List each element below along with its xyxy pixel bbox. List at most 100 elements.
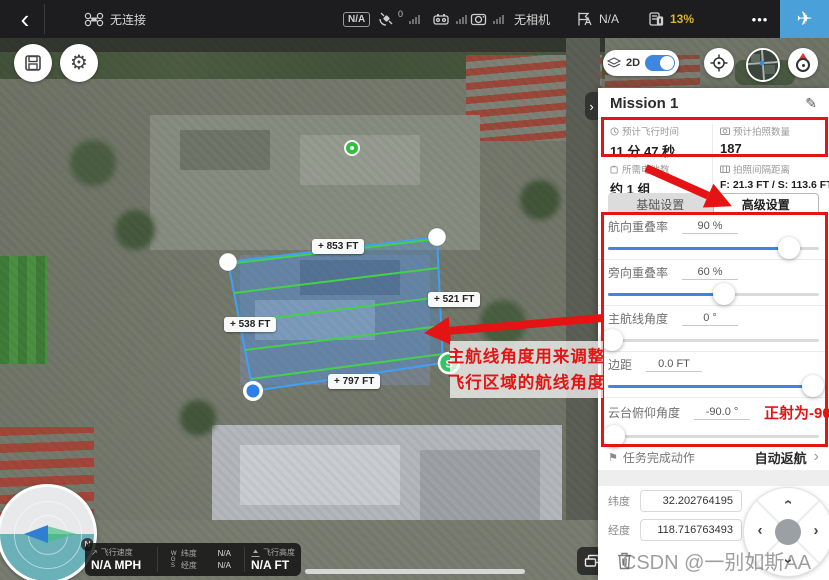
status-na-badge: N/A <box>343 0 370 38</box>
rc-status[interactable] <box>432 0 467 38</box>
highlight-box-stats <box>601 117 828 157</box>
tele-lat-label: 纬度 <box>181 548 203 560</box>
gps-count: 0 <box>398 9 403 19</box>
rc-signal-bars <box>456 15 467 24</box>
map-texture-patch <box>0 256 48 364</box>
tele-lat-value: N/A <box>203 548 231 560</box>
map-tree <box>115 210 155 250</box>
home-indicator[interactable] <box>305 569 525 574</box>
save-mission-button[interactable] <box>14 44 52 82</box>
panel-header: Mission 1 ✎ <box>598 88 829 119</box>
telemetry-altitude: 飞行高度 N/A FT <box>245 543 301 576</box>
gps-status[interactable]: 0 <box>378 0 420 38</box>
battery-pack-icon <box>610 165 619 174</box>
collapse-chevron-icon: › <box>589 99 593 114</box>
mission-settings-button[interactable]: ⚙ <box>60 44 98 82</box>
drone-icon <box>84 12 104 27</box>
aircraft-status: 无连接 <box>84 0 146 38</box>
battery-icon <box>648 11 664 27</box>
remote-controller-icon <box>432 12 450 26</box>
flight-mode-status[interactable]: N/A <box>576 0 619 38</box>
flight-mode-icon <box>576 11 593 27</box>
map-tree <box>180 400 216 436</box>
takeoff-button[interactable]: ✈ <box>780 0 829 38</box>
attitude-compass: N <box>0 484 97 580</box>
altitude-value: N/A FT <box>251 558 295 572</box>
finish-action-row[interactable]: ⚑ 任务完成动作 自动返航 › <box>598 444 829 470</box>
na-badge-text: N/A <box>343 12 370 27</box>
flag-icon: ⚑ <box>608 451 618 464</box>
edge-length-left: + 538 FT <box>224 317 276 332</box>
map-texture-patch <box>300 260 400 295</box>
altitude-icon <box>251 549 260 557</box>
camera-status[interactable]: 无相机 <box>470 0 550 38</box>
compass-button[interactable] <box>788 48 818 78</box>
back-icon: ‹ <box>21 0 30 38</box>
stat-label: 拍照间隔距离 <box>733 162 790 176</box>
camera-icon <box>470 12 487 26</box>
aircraft-heading-icon <box>24 525 48 543</box>
panel-collapse-handle[interactable]: › <box>585 92 598 120</box>
minimap-preview <box>748 50 778 80</box>
dpad-up-button[interactable]: › <box>781 495 795 509</box>
speed-arrow-icon: ↗ <box>91 548 98 557</box>
arrow-head <box>423 317 451 347</box>
edge-length-top: + 853 FT <box>312 239 364 254</box>
telemetry-position: WGS 纬度N/A 经度N/A <box>158 543 244 576</box>
telemetry-bar: ↗ 飞行速度 N/A MPH WGS 纬度N/A 经度N/A 飞行高度 N/A … <box>85 543 301 576</box>
more-button[interactable]: ••• <box>742 0 778 38</box>
map-texture-patch <box>180 130 270 170</box>
longitude-row: 经度 118.716763493 <box>608 519 742 541</box>
locate-button[interactable] <box>704 48 734 78</box>
telemetry-speed: ↗ 飞行速度 N/A MPH <box>85 543 157 576</box>
more-icon: ••• <box>752 12 769 27</box>
tele-lng-label: 经度 <box>181 560 203 572</box>
back-button[interactable]: ‹ <box>8 0 42 38</box>
camera-status-text: 无相机 <box>514 11 550 28</box>
finish-action-label: 任务完成动作 <box>623 449 695 466</box>
map-texture-patch <box>212 425 562 543</box>
dpad-right-button[interactable]: › <box>809 524 823 538</box>
map-mode-pill[interactable]: 2D <box>603 50 679 76</box>
compass-heading-wedge <box>47 526 77 542</box>
longitude-label: 经度 <box>608 522 632 538</box>
topbar-divider <box>44 4 45 34</box>
map-texture-patch <box>150 115 480 250</box>
map-mode-toggle[interactable] <box>645 55 675 71</box>
airplane-icon: ✈ <box>797 8 813 31</box>
route-angle-annotation: 主航线角度用来调整 飞行区域的航线角度 <box>450 341 603 398</box>
dpad-center-button[interactable] <box>775 519 801 545</box>
altitude-label: 飞行高度 <box>263 547 295 558</box>
edge-length-bottom: + 797 FT <box>328 374 380 389</box>
top-status-bar: ‹ 无连接 N/A 0 <box>0 0 829 38</box>
map-mode-label: 2D <box>626 57 640 69</box>
minimap-button[interactable] <box>746 48 780 82</box>
edit-mission-button[interactable]: ✎ <box>805 95 817 112</box>
crosshair-icon <box>710 54 728 72</box>
arrow-shaft <box>450 314 602 335</box>
battery-percent: 13% <box>670 12 694 26</box>
edge-length-right: + 521 FT <box>428 292 480 307</box>
watermark-text: CSDN @一别如斯AA <box>604 546 829 575</box>
battery-status[interactable]: 13% <box>648 0 694 38</box>
longitude-input[interactable]: 118.716763493 <box>640 519 742 541</box>
panel-separator <box>598 470 829 486</box>
map-texture-patch <box>466 55 602 141</box>
wgs-label: WGS <box>171 551 179 569</box>
gps-signal-bars <box>409 15 420 24</box>
speed-label: 飞行速度 <box>101 547 133 558</box>
layers-icon <box>607 57 621 69</box>
save-icon <box>24 54 42 72</box>
tele-lng-value: N/A <box>203 560 231 572</box>
app-screen: S + 853 FT + 521 FT + 538 FT + 797 FT ⚙ … <box>0 0 829 580</box>
latitude-input[interactable]: 32.202764195 <box>640 490 742 512</box>
map-texture-patch <box>240 445 400 505</box>
dpad-left-button[interactable]: › <box>753 524 767 538</box>
map-texture-patch <box>420 450 540 520</box>
stat-value: F: 21.3 FT / S: 113.6 FT <box>720 179 829 191</box>
finish-action-value: 自动返航 <box>755 448 807 467</box>
map-tree <box>520 180 560 220</box>
speed-value: N/A MPH <box>91 558 151 572</box>
mission-title: Mission 1 <box>610 95 678 112</box>
satellite-icon <box>378 11 395 27</box>
